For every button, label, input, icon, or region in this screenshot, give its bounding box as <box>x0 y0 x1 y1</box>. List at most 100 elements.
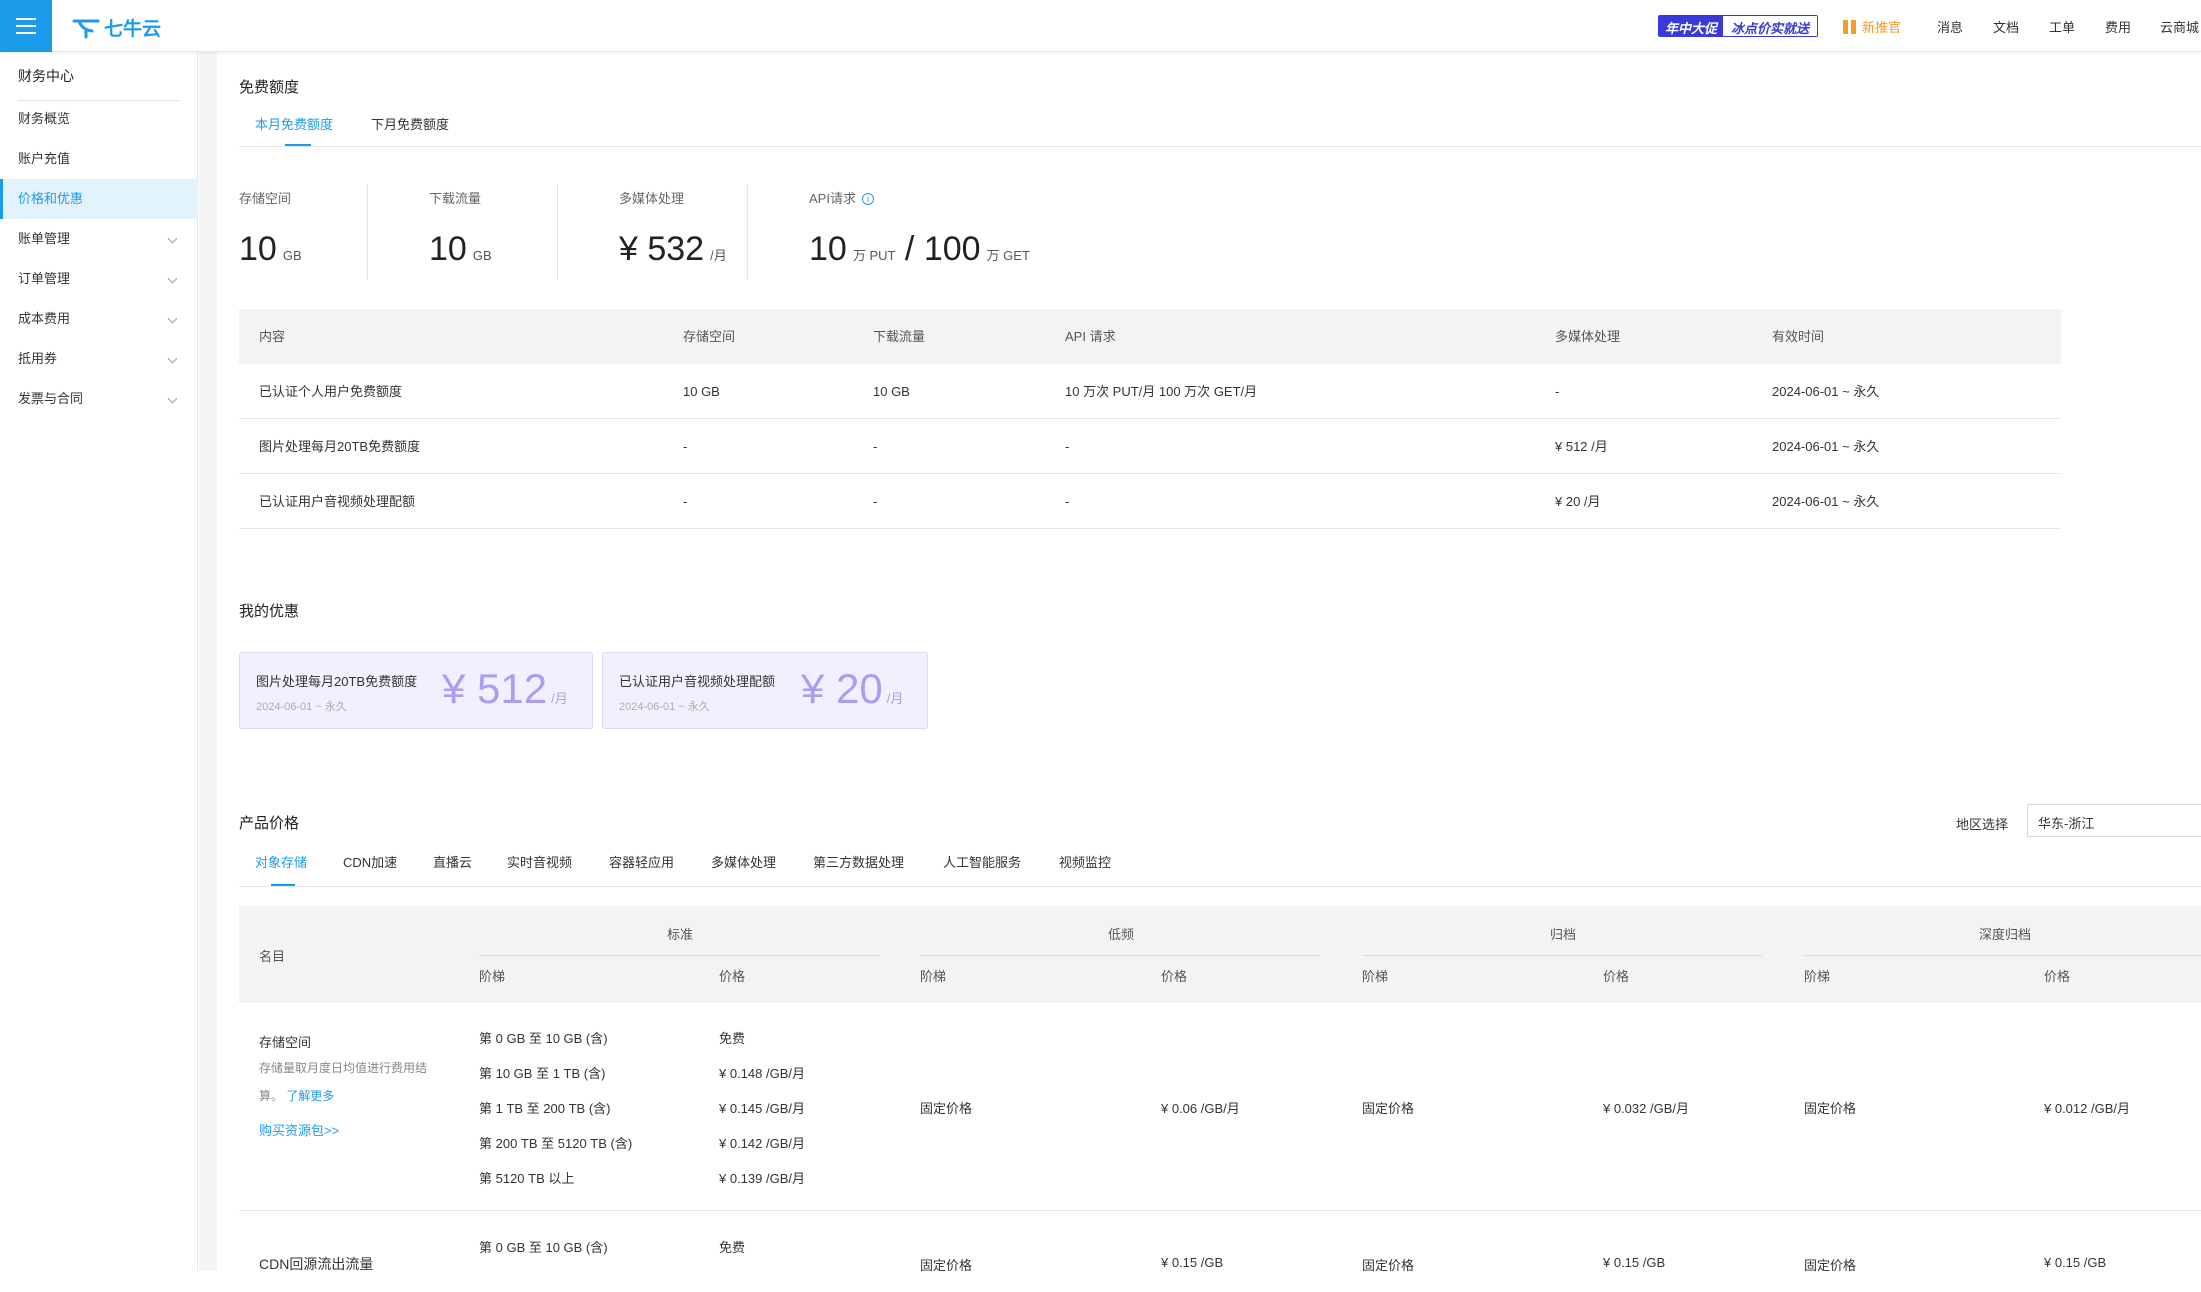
tab-rtc[interactable]: 实时音视频 <box>507 852 572 871</box>
cell: 已认证个人用户免费额度 <box>259 384 403 399</box>
price-table: 名目 标准 低频 归档 深度归档 阶梯 价格 阶梯 价格 阶梯 价格 阶梯 价格… <box>239 906 2201 1273</box>
coupon-amount: ¥ 512/月 <box>442 665 568 712</box>
group-divider <box>479 955 879 956</box>
sidebar-item-recharge[interactable]: 账户充值 <box>0 139 198 179</box>
chevron-down-icon <box>167 233 178 244</box>
price: ¥ 0.15 /GB <box>1603 1255 1666 1270</box>
nav-tickets[interactable]: 工单 <box>2049 17 2075 36</box>
price: ¥ 0.145 /GB/月 <box>719 1101 805 1116</box>
tier: 固定价格 <box>920 1258 973 1273</box>
cell: ¥ 512 /月 <box>1555 439 1608 454</box>
tier: 第 200 TB 至 5120 TB (含) <box>479 1136 633 1151</box>
nav-billing[interactable]: 费用 <box>2105 17 2131 36</box>
col-header: 价格 <box>1161 969 1188 984</box>
tier: 固定价格 <box>1362 1101 1415 1116</box>
price: ¥ 0.139 /GB/月 <box>719 1171 805 1186</box>
coupon-amount: ¥ 20/月 <box>801 665 904 712</box>
stat-media-label: 多媒体处理 <box>619 191 685 206</box>
tab-third-party[interactable]: 第三方数据处理 <box>813 852 904 871</box>
cell: - <box>683 439 688 454</box>
gift-link[interactable]: 新推官 <box>1843 17 1901 36</box>
price: ¥ 0.06 /GB/月 <box>1161 1101 1240 1116</box>
tab-ai[interactable]: 人工智能服务 <box>943 852 1021 871</box>
region-select[interactable]: 华东-浙江 <box>2027 804 2201 837</box>
buy-package-link[interactable]: 购买资源包>> <box>259 1120 339 1139</box>
sidebar-item-prices[interactable]: 价格和优惠 <box>0 179 198 219</box>
stat-storage-label: 存储空间 <box>239 191 292 206</box>
table-header: 名目 标准 低频 归档 深度归档 阶梯 价格 阶梯 价格 阶梯 价格 阶梯 价格 <box>239 906 2201 1003</box>
sidebar-item-label: 账单管理 <box>18 231 71 246</box>
col-header: 阶梯 <box>920 969 947 984</box>
logo[interactable]: 七牛云 <box>72 14 161 41</box>
tab-live[interactable]: 直播云 <box>433 852 472 871</box>
group-header: 深度归档 <box>1979 927 2032 942</box>
price: ¥ 0.148 /GB/月 <box>719 1066 805 1081</box>
sidebar-item-bills[interactable]: 账单管理 <box>0 219 198 259</box>
promo-banner[interactable]: 年中大促 冰点价实就送 <box>1658 15 1819 37</box>
table-row: 已认证个人用户免费额度 10 GB 10 GB 10 万次 PUT/月 100 … <box>239 364 2061 419</box>
my-offers-title: 我的优惠 <box>239 603 300 620</box>
table-row: CDN回源流出流量 第 0 GB 至 10 GB (含) 免费 固定价格 ¥ 0… <box>239 1212 2201 1292</box>
col-header: 阶梯 <box>479 969 506 984</box>
cell: - <box>1065 494 1070 509</box>
tab-cdn[interactable]: CDN加速 <box>343 852 397 871</box>
product-prices-title: 产品价格 <box>239 815 300 832</box>
nav-docs[interactable]: 文档 <box>1993 17 2019 36</box>
sidebar-item-label: 抵用券 <box>18 351 58 366</box>
group-header: 标准 <box>667 927 694 942</box>
tab-container[interactable]: 容器轻应用 <box>609 852 674 871</box>
table-row: 图片处理每月20TB免费额度 - - - ¥ 512 /月 2024-06-01… <box>239 419 2061 474</box>
col-header: 多媒体处理 <box>1555 329 1621 344</box>
sidebar-item-vouchers[interactable]: 抵用券 <box>0 339 198 379</box>
cell: - <box>873 494 878 509</box>
col-header: 存储空间 <box>683 329 736 344</box>
tab-this-month[interactable]: 本月免费额度 <box>255 114 333 133</box>
tier: 第 1 TB 至 200 TB (含) <box>479 1101 611 1116</box>
stat-download-label: 下载流量 <box>429 191 482 206</box>
tier: 第 5120 TB 以上 <box>479 1171 575 1186</box>
col-header: API 请求 <box>1065 329 1116 344</box>
nav-marketplace[interactable]: 云商城 <box>2160 17 2199 36</box>
sidebar-item-costs[interactable]: 成本费用 <box>0 299 198 339</box>
cell: - <box>1555 384 1560 399</box>
info-icon[interactable]: i <box>861 193 874 205</box>
col-header: 下载流量 <box>873 329 926 344</box>
coupon-date: 2024-06-01 ~ 永久 <box>619 701 710 713</box>
tier: 固定价格 <box>920 1101 973 1116</box>
menu-icon[interactable] <box>0 0 52 52</box>
cell: 10 GB <box>873 384 910 399</box>
stat-separator <box>747 184 748 280</box>
col-header: 阶梯 <box>1362 969 1389 984</box>
tab-video-surveillance[interactable]: 视频监控 <box>1059 852 1111 871</box>
chevron-down-icon <box>167 273 178 284</box>
stat-media-value: ¥ 532/月 <box>619 230 727 268</box>
free-quota-title: 免费额度 <box>239 79 300 96</box>
sidebar-item-label: 财务概览 <box>18 111 71 126</box>
tab-next-month[interactable]: 下月免费额度 <box>371 114 449 133</box>
learn-more-link[interactable]: 了解更多 <box>286 1089 334 1103</box>
group-divider <box>1362 955 1762 956</box>
tier: 固定价格 <box>1804 1101 1857 1116</box>
sidebar-item-invoices[interactable]: 发票与合同 <box>0 379 198 419</box>
tab-object-storage[interactable]: 对象存储 <box>255 852 307 871</box>
coupon-date: 2024-06-01 ~ 永久 <box>256 701 347 713</box>
item-name: CDN回源流出流量 <box>259 1256 374 1272</box>
sidebar-item-label: 订单管理 <box>18 271 71 286</box>
sidebar: 财务中心 财务概览 账户充值 价格和优惠 账单管理 订单管理 成本费用 抵用券 … <box>0 52 198 1271</box>
col-header: 内容 <box>259 329 286 344</box>
price: ¥ 0.142 /GB/月 <box>719 1136 805 1151</box>
top-bar: 七牛云 年中大促 冰点价实就送 新推官 消息 文档 工单 费用 云商城 <box>0 0 2201 52</box>
tab-media[interactable]: 多媒体处理 <box>711 852 776 871</box>
sidebar-item-label: 价格和优惠 <box>18 191 84 206</box>
price: ¥ 0.032 /GB/月 <box>1603 1101 1689 1116</box>
sidebar-item-overview[interactable]: 财务概览 <box>0 99 198 139</box>
nav-messages[interactable]: 消息 <box>1937 17 1963 36</box>
col-header: 价格 <box>719 969 746 984</box>
item-note: 存储量取月度日均值进行费用结 <box>259 1061 428 1075</box>
price: ¥ 0.15 /GB <box>1161 1255 1224 1270</box>
main-content: 免费额度 本月免费额度 下月免费额度 存储空间 10 GB 下载流量 10 GB 多… <box>217 52 2201 1273</box>
divider <box>239 146 2201 147</box>
sidebar-item-orders[interactable]: 订单管理 <box>0 259 198 299</box>
promo-left: 年中大促 <box>1659 16 1724 36</box>
region-label: 地区选择 <box>1956 817 2009 832</box>
